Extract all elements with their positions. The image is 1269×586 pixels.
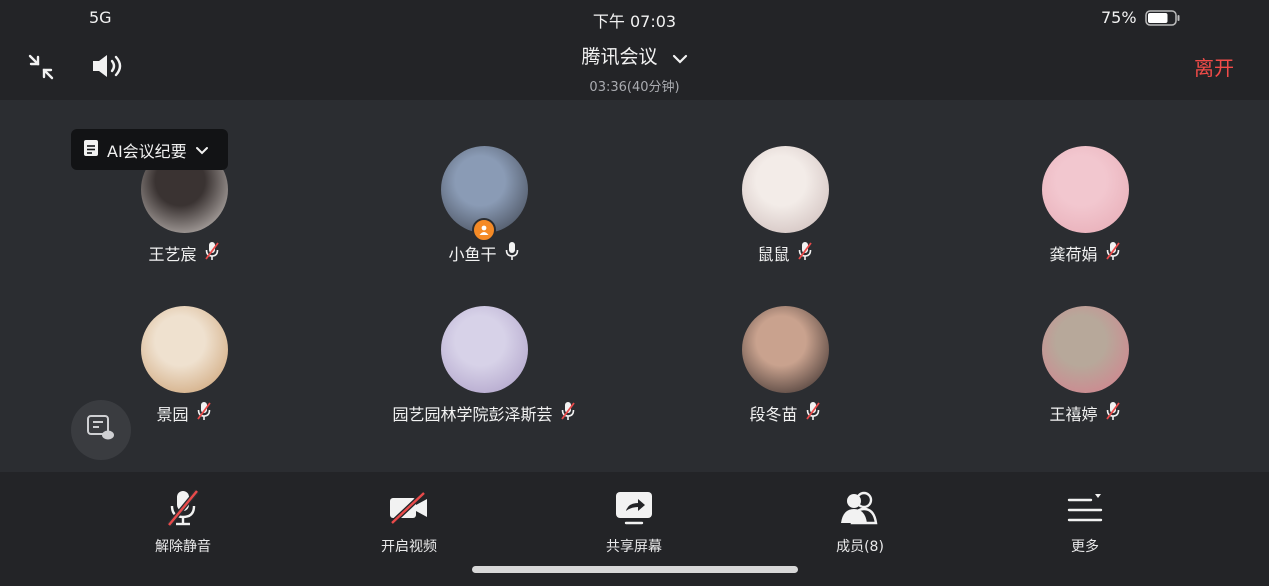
more-button[interactable]: 更多 xyxy=(1025,488,1145,556)
avatar xyxy=(741,146,829,233)
mic-muted-icon xyxy=(805,401,821,425)
home-indicator[interactable] xyxy=(472,566,798,573)
meeting-title[interactable]: 腾讯会议 xyxy=(0,42,1269,69)
avatar xyxy=(1041,146,1129,233)
chevron-down-icon xyxy=(672,47,688,69)
mic-muted-icon xyxy=(797,241,813,265)
participant-tile[interactable]: 段冬苗 xyxy=(635,306,935,424)
participant-tile[interactable]: 小鱼干 xyxy=(334,146,634,264)
mic-muted-icon xyxy=(1105,241,1121,265)
battery-percent: 75% xyxy=(1101,8,1137,27)
battery-status: 75% xyxy=(1101,8,1180,27)
mic-muted-icon xyxy=(123,488,243,528)
host-badge-icon xyxy=(472,218,496,242)
status-time: 下午 07:03 xyxy=(592,12,677,31)
avatar xyxy=(140,306,228,393)
participant-tile[interactable]: 园艺园林学院彭泽斯芸 xyxy=(334,306,634,424)
toolbar-label: 成员(8) xyxy=(836,539,884,555)
document-icon xyxy=(83,139,99,161)
ai-summary-button[interactable]: AI会议纪要 xyxy=(71,129,228,170)
mic-muted-icon xyxy=(1105,401,1121,425)
share-screen-button[interactable]: 共享屏幕 xyxy=(574,488,694,556)
more-menu-icon xyxy=(1025,488,1145,528)
participant-tile[interactable]: 景园 xyxy=(34,306,334,424)
participant-name: 段冬苗 xyxy=(749,405,798,424)
participant-tile[interactable]: 王禧婷 xyxy=(935,306,1235,424)
members-icon xyxy=(800,488,920,528)
toolbar-label: 更多 xyxy=(1071,539,1099,555)
leave-button[interactable]: 离开 xyxy=(1194,52,1234,81)
members-button[interactable]: 成员(8) xyxy=(800,488,920,556)
mic-muted-icon xyxy=(560,401,576,425)
participant-name: 龚荷娟 xyxy=(1049,245,1098,264)
avatar xyxy=(440,306,528,393)
participant-tile[interactable]: 鼠鼠 xyxy=(635,146,935,264)
participant-name: 景园 xyxy=(156,405,189,424)
chat-bubble-icon xyxy=(86,414,116,446)
participant-name: 王禧婷 xyxy=(1049,405,1098,424)
participant-name: 鼠鼠 xyxy=(757,245,790,264)
toolbar-label: 开启视频 xyxy=(381,539,437,555)
participant-tile[interactable]: 龚荷娟 xyxy=(935,146,1235,264)
participant-name: 园艺园林学院彭泽斯芸 xyxy=(392,405,553,424)
toolbar-label: 共享屏幕 xyxy=(606,539,662,555)
avatar xyxy=(1041,306,1129,393)
meeting-title-text: 腾讯会议 xyxy=(581,46,658,68)
mic-muted-icon xyxy=(196,401,212,425)
unmute-button[interactable]: 解除静音 xyxy=(123,488,243,556)
avatar xyxy=(741,306,829,393)
participant-name: 王艺宸 xyxy=(148,245,197,264)
toolbar-label: 解除静音 xyxy=(155,539,211,555)
mic-muted-icon xyxy=(204,241,220,265)
meeting-header: 5G 下午 07:03 75% 腾讯会议 03:36(40分钟) 离开 xyxy=(0,0,1269,100)
chevron-down-icon xyxy=(195,140,209,159)
meeting-duration: 03:36(40分钟) xyxy=(589,80,680,95)
start-video-button[interactable]: 开启视频 xyxy=(349,488,469,556)
chat-button[interactable] xyxy=(71,400,131,460)
participant-name: 小鱼干 xyxy=(448,245,497,264)
video-off-icon xyxy=(349,488,469,528)
share-screen-icon xyxy=(574,488,694,528)
mic-icon xyxy=(504,241,520,265)
ai-summary-label: AI会议纪要 xyxy=(107,141,187,161)
battery-icon xyxy=(1144,9,1180,26)
